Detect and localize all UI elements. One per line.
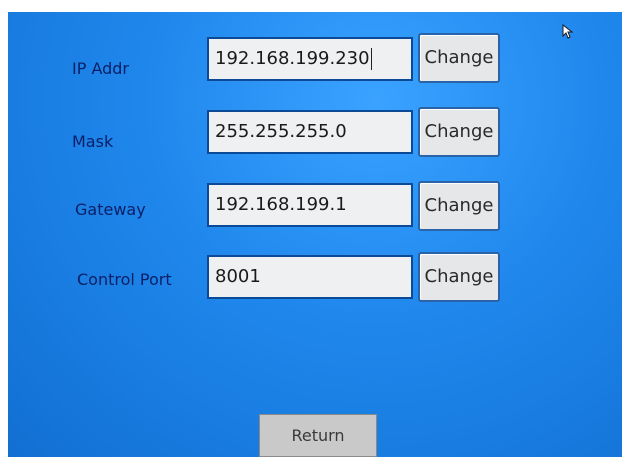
- return-button[interactable]: Return: [259, 414, 377, 457]
- gateway-change-button[interactable]: Change: [418, 181, 500, 231]
- settings-screen: IP Addr 192.168.199.230 Change Mask 255.…: [8, 12, 622, 457]
- ip-addr-label: IP Addr: [72, 59, 130, 78]
- control-port-change-button[interactable]: Change: [418, 252, 500, 302]
- control-port-label: Control Port: [77, 270, 172, 289]
- gateway-label: Gateway: [75, 200, 146, 219]
- mask-value: 255.255.255.0: [215, 121, 347, 142]
- ip-addr-field[interactable]: 192.168.199.230: [207, 37, 413, 81]
- gateway-value: 192.168.199.1: [215, 194, 347, 215]
- control-port-value: 8001: [215, 266, 261, 287]
- mask-change-button[interactable]: Change: [418, 107, 500, 157]
- ip-addr-change-button[interactable]: Change: [418, 33, 500, 83]
- ip-addr-value: 192.168.199.230: [215, 48, 370, 69]
- text-caret: [370, 48, 372, 70]
- gateway-field[interactable]: 192.168.199.1: [207, 183, 413, 227]
- mask-label: Mask: [72, 132, 114, 151]
- mask-field[interactable]: 255.255.255.0: [207, 110, 413, 154]
- mouse-pointer-icon: [562, 24, 574, 39]
- control-port-field[interactable]: 8001: [207, 255, 413, 299]
